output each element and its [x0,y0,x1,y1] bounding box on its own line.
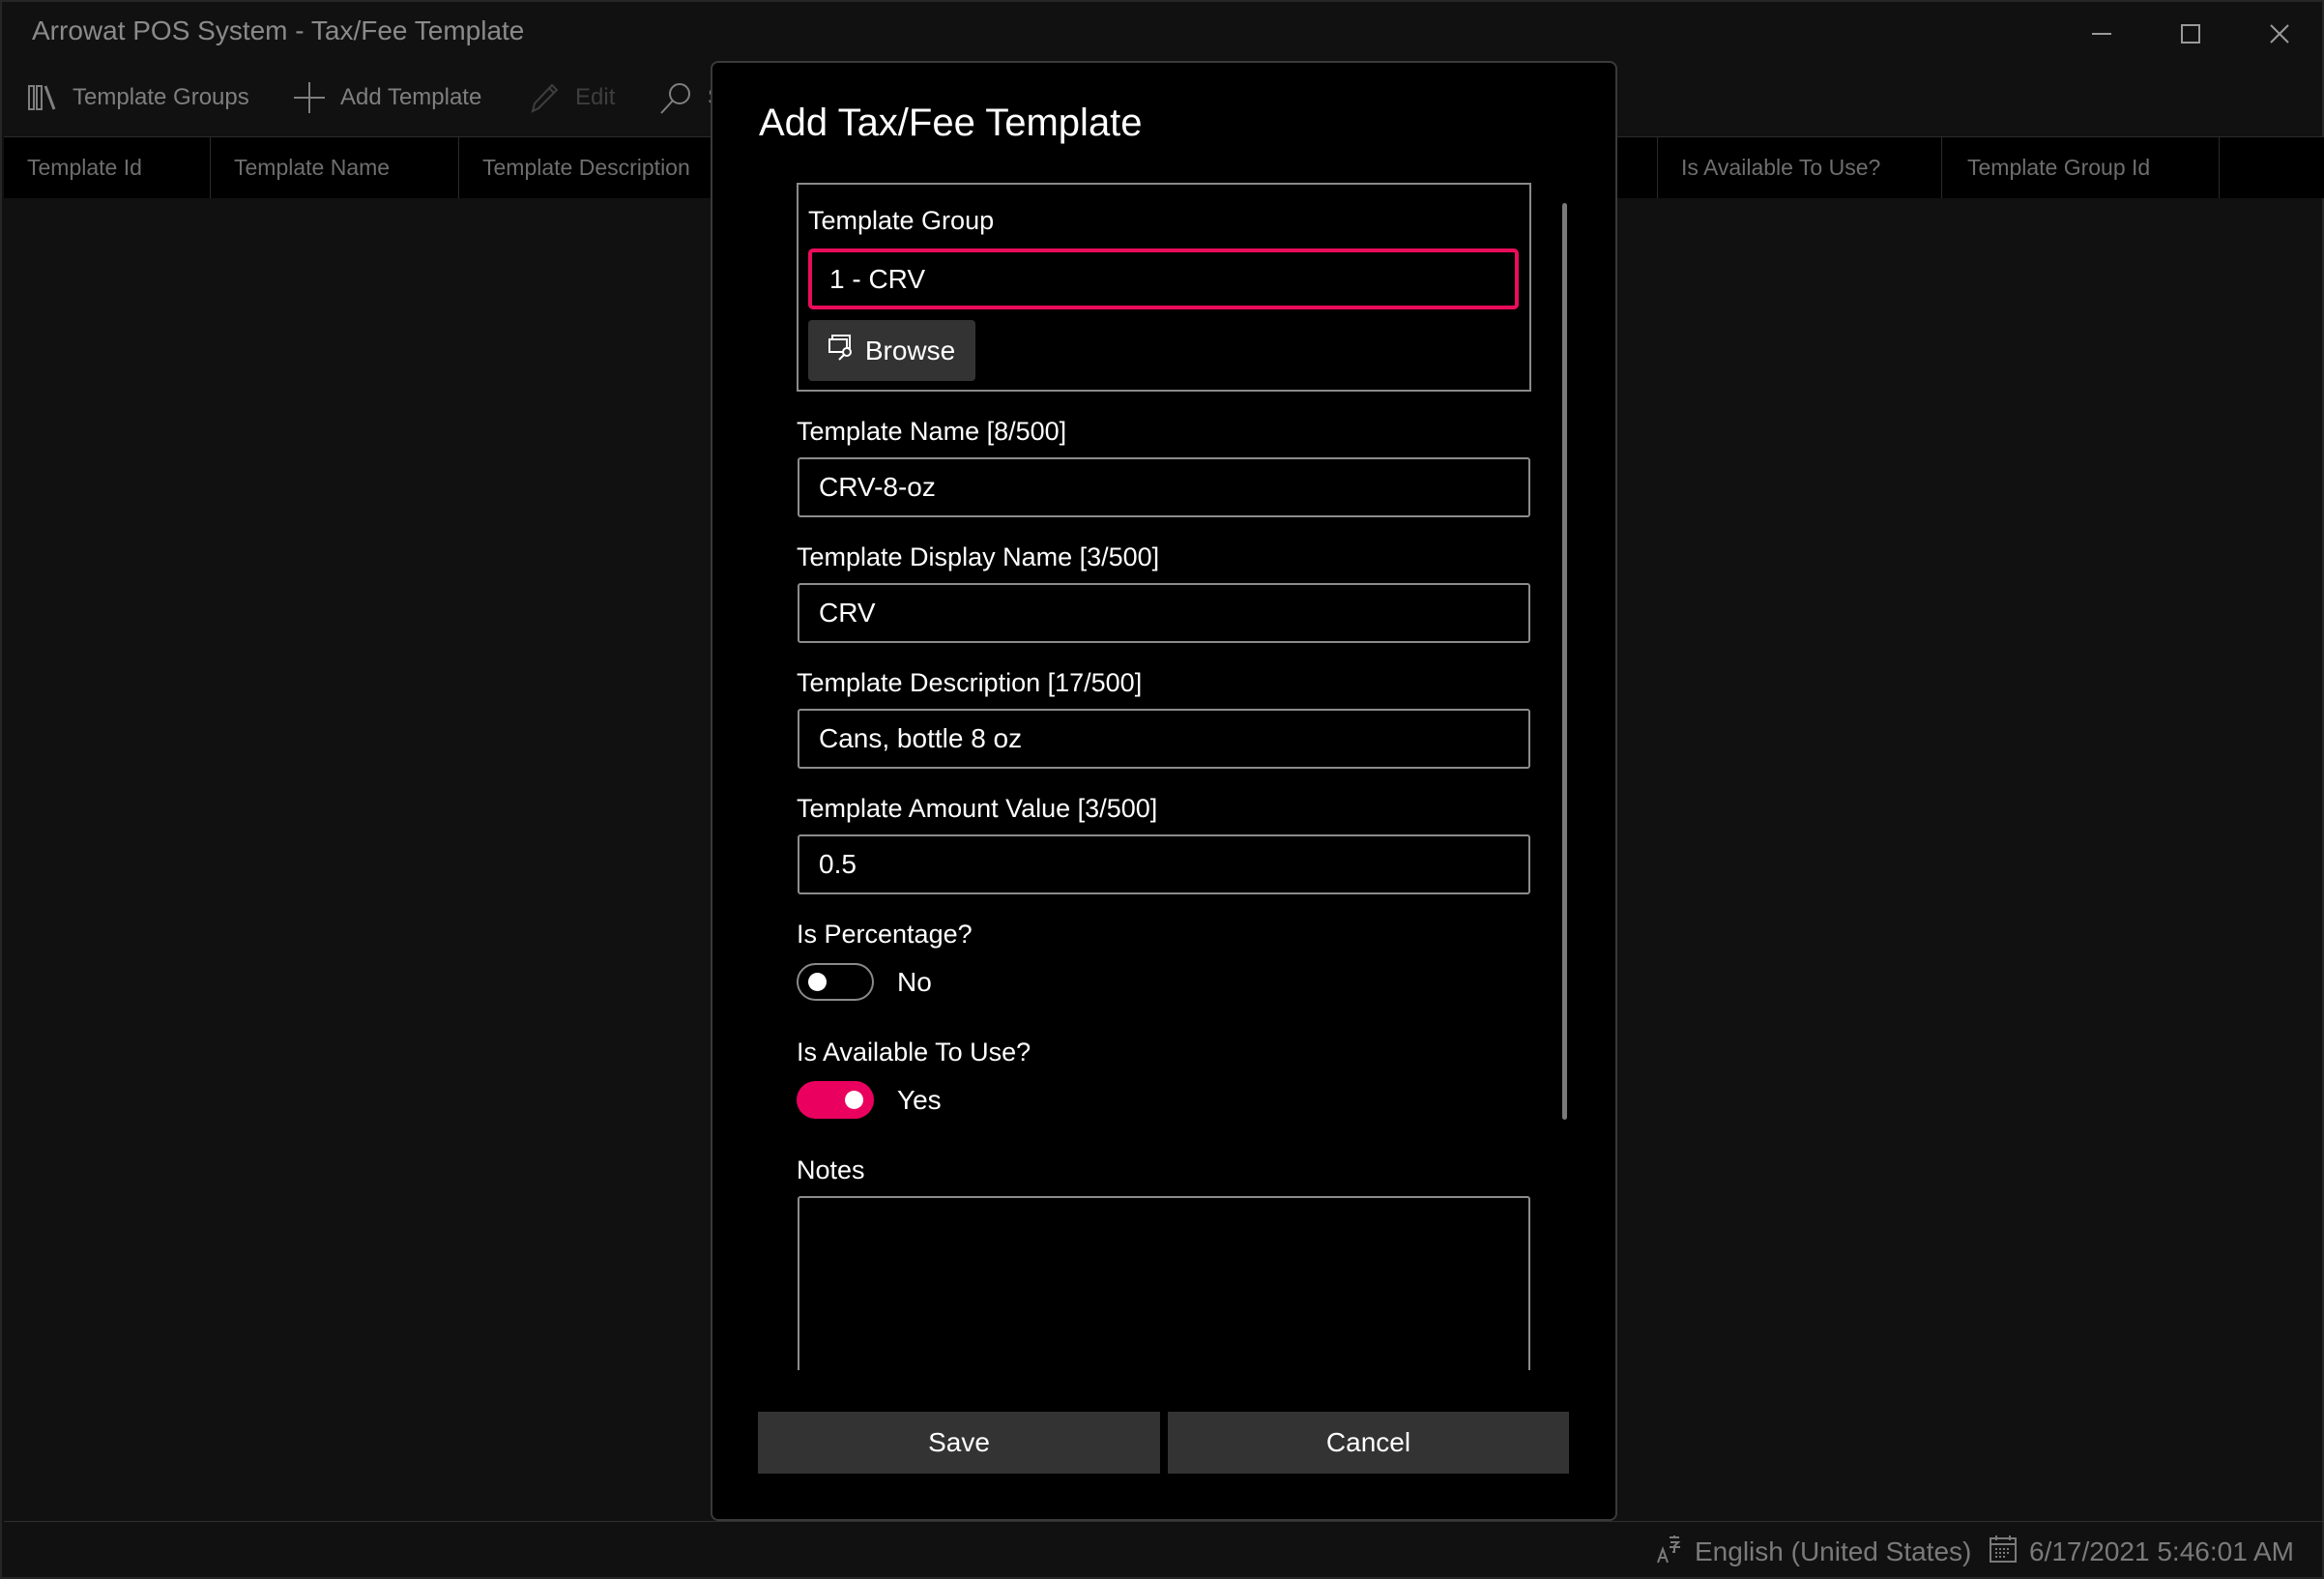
dialog-title: Add Tax/Fee Template [759,102,1143,144]
pencil-icon [529,82,560,113]
minimize-icon [2091,23,2112,44]
template-description-label: Template Description [17/500] [797,668,1143,697]
app-window: Arrowat POS System - Tax/Fee Template Te… [0,0,2324,1579]
toggle-knob [808,973,827,991]
toggle-knob [845,1091,863,1109]
close-icon [2269,23,2290,44]
add-template-button[interactable]: Add Template [294,73,481,122]
datetime-status: 6/17/2021 5:46:01 AM [1989,1534,2294,1570]
column-header-template-name[interactable]: Template Name [234,136,390,198]
column-separator[interactable] [2219,137,2220,198]
browse-label: Browse [864,335,956,366]
edit-button[interactable]: Edit [529,73,615,122]
edit-label: Edit [575,84,616,110]
search-icon [659,81,692,114]
is-percentage-toggle[interactable] [797,963,874,1001]
template-display-name-input[interactable] [798,583,1530,643]
column-separator[interactable] [1941,137,1942,198]
column-header-template-id[interactable]: Template Id [27,136,142,198]
column-header-template-group-id[interactable]: Template Group Id [1967,136,2150,198]
is-available-state: Yes [897,1085,942,1115]
column-separator[interactable] [1657,137,1658,198]
status-bar-divider [4,1521,2324,1522]
template-groups-button[interactable]: Template Groups [28,73,249,122]
column-header-is-available[interactable]: Is Available To Use? [1681,136,1880,198]
window-title: Arrowat POS System - Tax/Fee Template [32,15,525,45]
is-available-toggle[interactable] [797,1081,874,1119]
column-header-template-description[interactable]: Template Description [482,136,690,198]
template-group-input[interactable] [808,249,1519,309]
plus-icon [294,82,325,113]
language-status: English (United States) [1656,1534,1971,1570]
is-available-label: Is Available To Use? [797,1038,1031,1067]
template-display-name-label: Template Display Name [3/500] [797,542,1160,571]
is-percentage-label: Is Percentage? [797,920,973,949]
template-name-label: Template Name [8/500] [797,417,1067,446]
language-label: English (United States) [1695,1536,1972,1566]
minimize-button[interactable] [2073,10,2131,58]
cancel-button[interactable]: Cancel [1168,1412,1569,1474]
datetime-label: 6/17/2021 5:46:01 AM [2029,1536,2294,1566]
template-group-label: Template Group [808,206,995,235]
save-button[interactable]: Save [758,1412,1160,1474]
close-button[interactable] [2251,10,2309,58]
column-separator[interactable] [458,137,459,198]
template-groups-label: Template Groups [73,84,249,110]
add-template-label: Add Template [340,84,482,110]
maximize-icon [2180,23,2201,44]
maximize-button[interactable] [2162,10,2220,58]
language-icon [1656,1535,1681,1570]
is-percentage-state: No [897,967,932,997]
dialog-scrollbar[interactable] [1562,203,1567,1120]
template-amount-value-label: Template Amount Value [3/500] [797,794,1158,823]
template-description-input[interactable] [798,709,1530,769]
browse-search-icon [828,334,856,367]
column-separator[interactable] [210,137,211,198]
notes-label: Notes [797,1155,865,1184]
notes-textarea[interactable] [798,1196,1530,1370]
calendar-icon [1989,1535,2018,1570]
library-icon [28,83,57,112]
template-name-input[interactable] [798,457,1530,517]
browse-button[interactable]: Browse [808,320,975,381]
template-amount-value-input[interactable] [798,834,1530,894]
